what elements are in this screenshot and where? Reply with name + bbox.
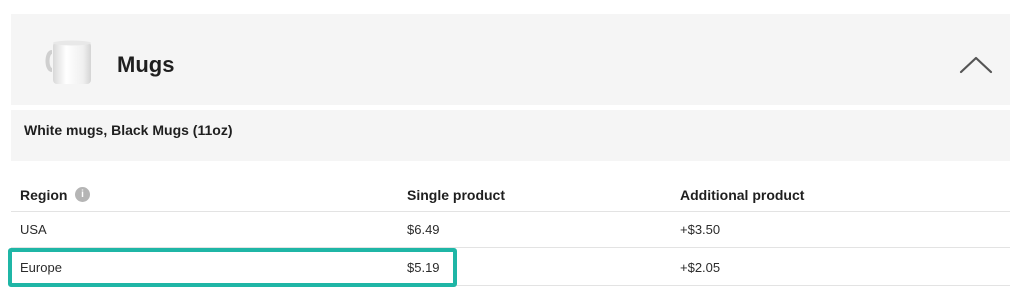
- header-divider: [11, 211, 1010, 212]
- additional-price-cell: +$2.05: [680, 260, 721, 275]
- region-header: Region: [20, 187, 68, 203]
- product-title: Mugs: [117, 52, 175, 77]
- chevron-up-icon[interactable]: [955, 50, 997, 80]
- info-icon[interactable]: i: [75, 187, 90, 202]
- single-price-cell: $6.49: [407, 222, 440, 237]
- mug-icon: [45, 40, 91, 84]
- region-cell: USA: [20, 222, 47, 237]
- single-product-header: Single product: [407, 187, 505, 203]
- additional-product-header: Additional product: [680, 187, 805, 203]
- additional-price-cell: +$3.50: [680, 222, 721, 237]
- product-variants-label: White mugs, Black Mugs (11oz): [24, 122, 233, 138]
- highlight-box: [8, 248, 457, 287]
